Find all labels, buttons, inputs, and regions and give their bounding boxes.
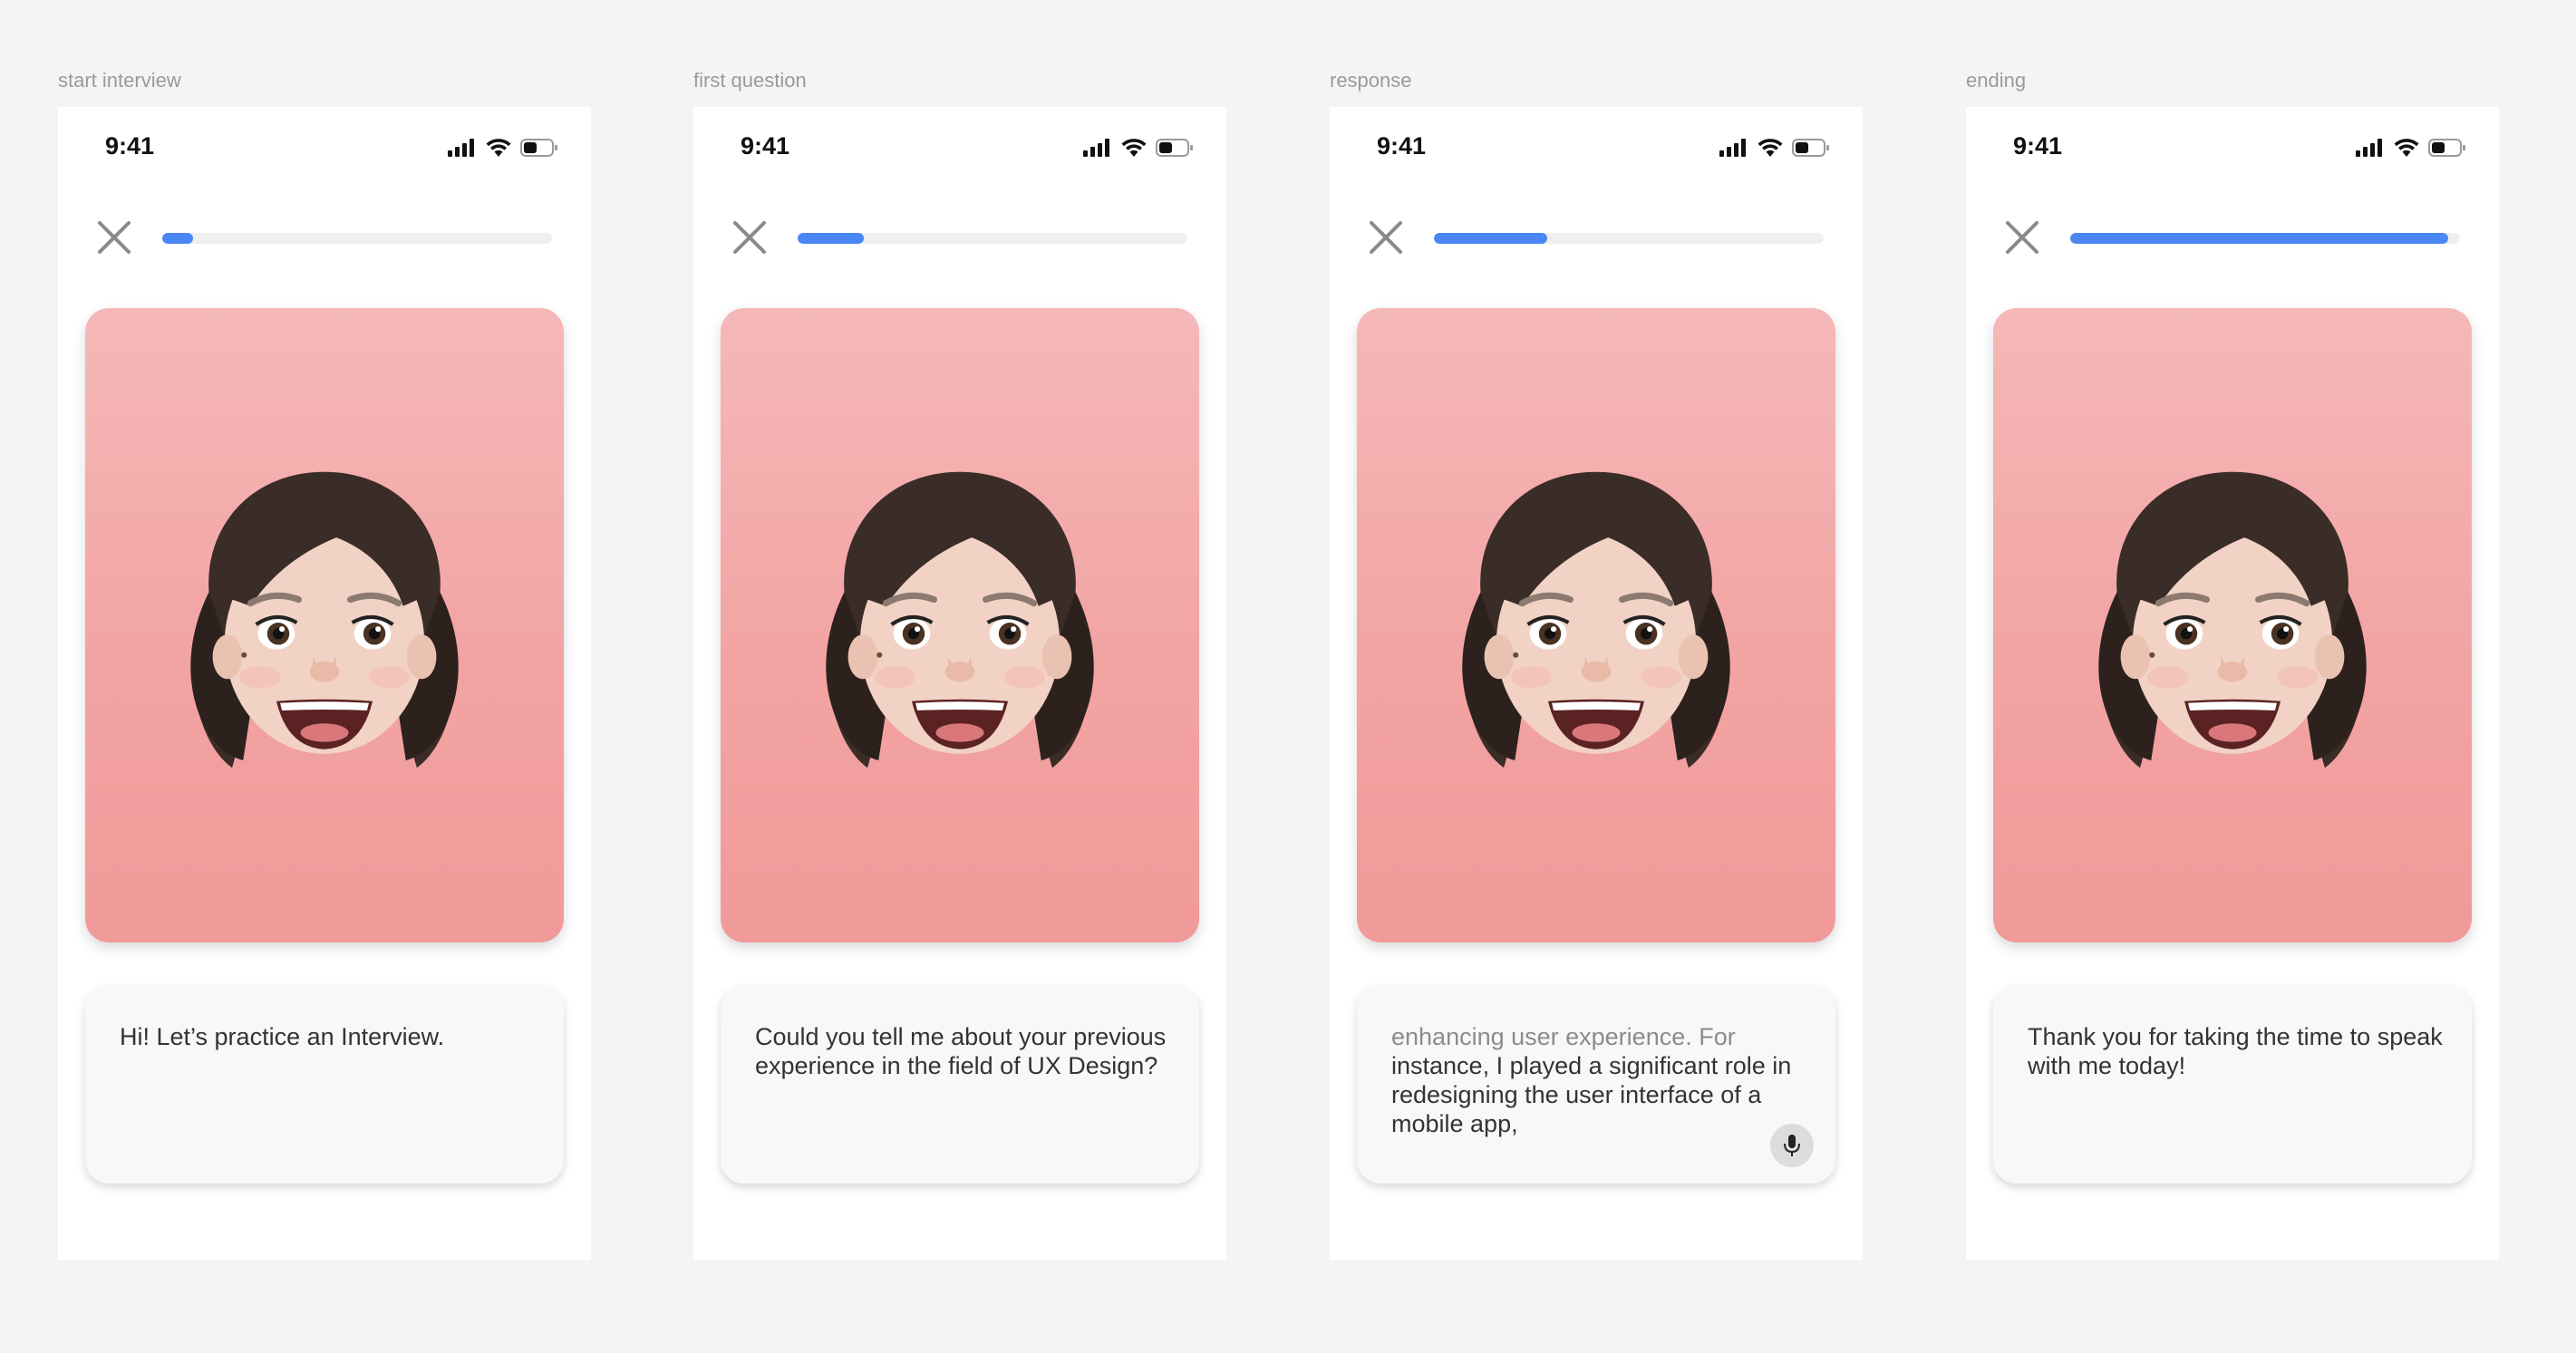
cellular-signal-icon bbox=[1083, 139, 1109, 157]
mic-button[interactable] bbox=[1770, 1124, 1814, 1167]
status-time: 9:41 bbox=[105, 132, 155, 159]
status-icons bbox=[1719, 138, 1830, 158]
message-card: Could you tell me about your previous ex… bbox=[721, 986, 1199, 1184]
microphone-icon bbox=[1784, 1135, 1800, 1156]
close-button[interactable] bbox=[1366, 217, 1406, 257]
message-text: Thank you for taking the time to speak w… bbox=[2028, 1023, 2443, 1079]
cellular-signal-icon bbox=[448, 139, 474, 157]
phone-screen-first-question: 9:41 Could you tell me about your previo… bbox=[693, 107, 1226, 1260]
message-card: enhancing user experience. For instance,… bbox=[1357, 986, 1835, 1184]
status-time: 9:41 bbox=[2013, 132, 2063, 159]
progress-bar bbox=[2070, 233, 2460, 244]
status-icons bbox=[1083, 138, 1194, 158]
progress-bar bbox=[1434, 233, 1824, 244]
wifi-icon bbox=[1121, 139, 1147, 157]
close-icon bbox=[2006, 221, 2039, 254]
close-icon bbox=[1370, 221, 1402, 254]
wifi-icon bbox=[1758, 139, 1783, 157]
close-icon bbox=[98, 221, 131, 254]
memoji-avatar bbox=[1462, 471, 1730, 768]
transcript-text: instance, I played a significant role in… bbox=[1391, 1052, 1792, 1137]
battery-icon bbox=[1156, 139, 1193, 157]
status-time: 9:41 bbox=[741, 132, 790, 159]
transcript-faded-text: enhancing user experience. For bbox=[1391, 1023, 1736, 1050]
status-bar: 9:41 bbox=[58, 107, 591, 187]
frame-label-response: response bbox=[1330, 69, 1412, 92]
progress-bar bbox=[162, 233, 552, 244]
wifi-icon bbox=[2394, 139, 2419, 157]
memoji-avatar bbox=[826, 471, 1094, 768]
close-icon bbox=[733, 221, 766, 254]
frame-label-start-interview: start interview bbox=[58, 69, 181, 92]
progress-fill bbox=[798, 233, 865, 244]
message-text: enhancing user experience. For instance,… bbox=[1391, 1022, 1808, 1138]
avatar-card bbox=[85, 308, 564, 942]
memoji-avatar bbox=[2098, 471, 2367, 768]
avatar-card bbox=[721, 308, 1199, 942]
frame-label-ending: ending bbox=[1966, 69, 2027, 92]
message-text: Could you tell me about your previous ex… bbox=[755, 1023, 1167, 1079]
close-button[interactable] bbox=[2002, 217, 2042, 257]
phone-screen-start-interview: 9:41 Hi! Let’s practice an Interview. bbox=[58, 107, 591, 1260]
wifi-icon bbox=[486, 139, 511, 157]
status-bar: 9:41 bbox=[1966, 107, 2499, 187]
avatar-card bbox=[1993, 308, 2472, 942]
battery-icon bbox=[520, 139, 557, 157]
progress-bar bbox=[798, 233, 1187, 244]
phone-screen-response: 9:41 enhancing user experience. For inst… bbox=[1330, 107, 1863, 1260]
progress-fill bbox=[1434, 233, 1547, 244]
message-card: Thank you for taking the time to speak w… bbox=[1993, 986, 2472, 1184]
status-time: 9:41 bbox=[1377, 132, 1427, 159]
message-card: Hi! Let’s practice an Interview. bbox=[85, 986, 564, 1184]
status-icons bbox=[2356, 138, 2466, 158]
progress-fill bbox=[162, 233, 194, 244]
phone-screen-ending: 9:41 Thank you for taking the time to sp… bbox=[1966, 107, 2499, 1260]
message-text: Hi! Let’s practice an Interview. bbox=[120, 1023, 445, 1050]
status-bar: 9:41 bbox=[1330, 107, 1863, 187]
status-bar: 9:41 bbox=[693, 107, 1226, 187]
cellular-signal-icon bbox=[2356, 139, 2382, 157]
close-button[interactable] bbox=[730, 217, 770, 257]
frame-label-first-question: first question bbox=[693, 69, 807, 92]
memoji-avatar bbox=[190, 471, 459, 768]
battery-icon bbox=[2428, 139, 2465, 157]
progress-fill bbox=[2070, 233, 2449, 244]
cellular-signal-icon bbox=[1719, 139, 1746, 157]
status-icons bbox=[448, 138, 558, 158]
avatar-card bbox=[1357, 308, 1835, 942]
close-button[interactable] bbox=[94, 217, 134, 257]
battery-icon bbox=[1792, 139, 1829, 157]
